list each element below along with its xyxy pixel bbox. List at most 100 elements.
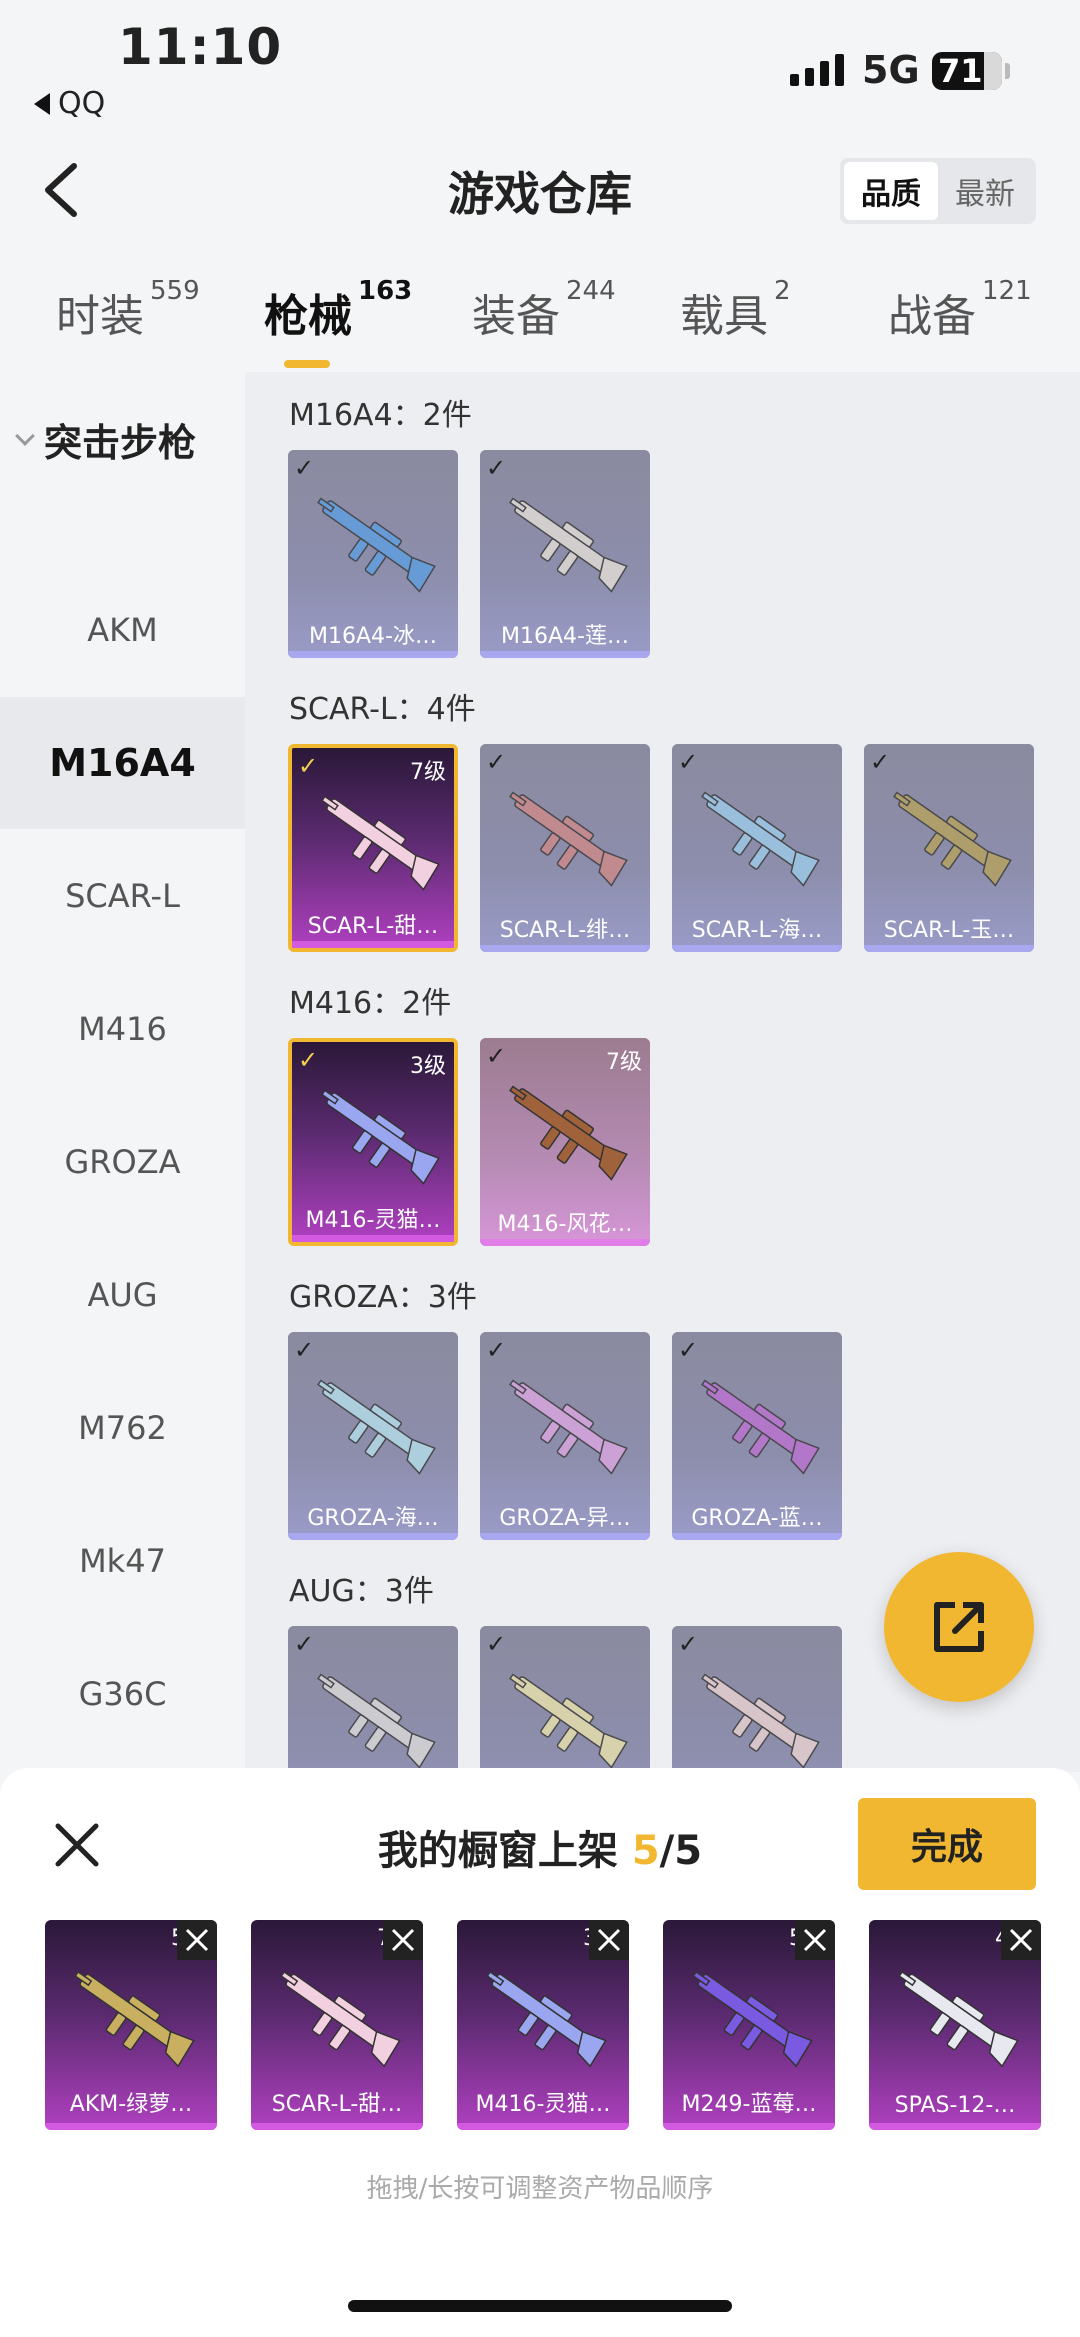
- sidebar-category-label: 突击步枪: [44, 421, 197, 465]
- weapon-card[interactable]: ✓ GROZA-海…: [288, 1332, 458, 1540]
- tab-supplies[interactable]: 战备 121: [888, 276, 1032, 344]
- level-badge: 3级: [410, 1054, 446, 1079]
- weapon-name: SCAR-L-甜…: [307, 914, 439, 939]
- weapon-name: GROZA-海…: [307, 1506, 439, 1531]
- weapon-card[interactable]: ✓ GROZA-异…: [480, 1332, 650, 1540]
- tab-fashion[interactable]: 时装 559: [56, 276, 200, 344]
- shelf-item[interactable]: 7SCAR-L-甜…: [251, 1920, 423, 2130]
- tab-label: 时装: [56, 291, 144, 342]
- checkmark-icon: ✓: [486, 1042, 507, 1070]
- weapon-name: SCAR-L-玉…: [883, 918, 1015, 943]
- sidebar-item-m16a4[interactable]: M16A4: [0, 697, 245, 829]
- gun-icon: [496, 1074, 634, 1184]
- weapon-name: M416-风花…: [497, 1212, 633, 1237]
- remove-icon[interactable]: [795, 1920, 835, 1960]
- tab-guns[interactable]: 枪械 163: [264, 276, 412, 368]
- gun-icon: [267, 1960, 407, 2070]
- reorder-hint: 拖拽/长按可调整资产物品顺序: [366, 2174, 714, 2204]
- checkmark-icon: ✓: [870, 748, 891, 776]
- tab-count: 121: [982, 276, 1032, 306]
- checkmark-icon: ✓: [486, 1336, 507, 1364]
- sidebar-item-m416[interactable]: M416: [0, 963, 245, 1095]
- weapon-name: M416-灵猫…: [305, 1208, 441, 1233]
- rarity-bar: [663, 2123, 835, 2130]
- sidebar-category[interactable]: 突击步枪: [15, 412, 197, 467]
- gun-icon: [308, 1078, 446, 1188]
- shelf-item[interactable]: 5AKM-绿萝…: [45, 1920, 217, 2130]
- weapon-name: SCAR-L-海…: [691, 918, 823, 943]
- weapon-name: M16A4-冰…: [309, 624, 437, 649]
- weapon-card[interactable]: ✓: [672, 1626, 842, 1772]
- weapon-card[interactable]: ✓ SCAR-L-海…: [672, 744, 842, 952]
- shelf-item[interactable]: 3M416-灵猫…: [457, 1920, 629, 2130]
- weapon-name: GROZA-蓝…: [691, 1506, 823, 1531]
- gun-icon: [473, 1960, 613, 2070]
- checkmark-icon: ✓: [294, 454, 315, 482]
- remove-icon[interactable]: [1001, 1920, 1041, 1960]
- weapon-card[interactable]: ✓ GROZA-蓝…: [672, 1332, 842, 1540]
- shelf-item[interactable]: 4SPAS-12-…: [869, 1920, 1041, 2130]
- tab-label: 战备: [888, 291, 976, 342]
- showcase-sheet: 我的橱窗上架 5/5 完成 5AKM-绿萝…7SCAR-L-甜…3M416-灵猫…: [0, 1768, 1080, 2337]
- sort-quality[interactable]: 品质: [844, 162, 938, 220]
- checkmark-icon: ✓: [678, 1630, 699, 1658]
- gun-icon: [308, 784, 446, 894]
- level-badge: 7级: [410, 760, 446, 785]
- sidebar-item-g36c[interactable]: G36C: [0, 1628, 245, 1760]
- sidebar-item-akm[interactable]: AKM: [0, 564, 245, 696]
- shelf-item-name: M249-蓝莓…: [681, 2092, 817, 2117]
- sort-toggle: 品质 最新: [840, 158, 1036, 224]
- battery-icon: 71: [932, 52, 1002, 90]
- weapon-card[interactable]: ✓ 7级 M416-风花…: [480, 1038, 650, 1246]
- rarity-bar: [292, 941, 454, 948]
- share-button[interactable]: [884, 1552, 1034, 1702]
- rarity-bar: [869, 2123, 1041, 2130]
- level-badge: 7级: [606, 1050, 642, 1075]
- weapon-card[interactable]: ✓ 3级 M416-灵猫…: [288, 1038, 458, 1246]
- weapon-card[interactable]: ✓ 7级 SCAR-L-甜…: [288, 744, 458, 952]
- weapon-card[interactable]: ✓ M16A4-冰…: [288, 450, 458, 658]
- sidebar-item-aug[interactable]: AUG: [0, 1229, 245, 1361]
- shelf-item-name: M416-灵猫…: [475, 2092, 611, 2117]
- gun-icon: [885, 1960, 1025, 2070]
- weapon-card[interactable]: ✓: [288, 1626, 458, 1772]
- weapon-card[interactable]: ✓ SCAR-L-玉…: [864, 744, 1034, 952]
- rarity-bar: [672, 1533, 842, 1540]
- tab-count: 559: [150, 276, 200, 306]
- weapon-card[interactable]: ✓: [480, 1626, 650, 1772]
- remove-icon[interactable]: [589, 1920, 629, 1960]
- sidebar-item-mk47[interactable]: Mk47: [0, 1495, 245, 1627]
- done-button[interactable]: 完成: [858, 1798, 1036, 1890]
- gun-icon: [61, 1960, 201, 2070]
- back-to-app[interactable]: QQ: [34, 86, 105, 121]
- weapon-card[interactable]: ✓ SCAR-L-绯…: [480, 744, 650, 952]
- sidebar-item-scar-l[interactable]: SCAR-L: [0, 830, 245, 962]
- group-title: SCAR-L：4件: [289, 692, 476, 727]
- checkmark-icon: ✓: [678, 748, 699, 776]
- tab-vehicles[interactable]: 载具 2: [680, 276, 791, 344]
- home-indicator[interactable]: [348, 2300, 732, 2312]
- rarity-bar: [480, 1239, 650, 1246]
- shelf-item-name: AKM-绿萝…: [69, 2092, 193, 2117]
- shelf-total-count: /5: [659, 1828, 703, 1874]
- chevron-down-icon: [15, 425, 35, 446]
- weapon-card[interactable]: ✓ M16A4-莲…: [480, 450, 650, 658]
- shelf-item[interactable]: 5M249-蓝莓…: [663, 1920, 835, 2130]
- rarity-bar: [864, 945, 1034, 952]
- tab-label: 装备: [472, 291, 560, 342]
- group-title: GROZA：3件: [289, 1280, 477, 1315]
- sidebar-item-groza[interactable]: GROZA: [0, 1096, 245, 1228]
- sort-newest[interactable]: 最新: [938, 162, 1032, 220]
- status-bar: 11:10 QQ 5G 71: [0, 0, 1080, 130]
- remove-icon[interactable]: [177, 1920, 217, 1960]
- sidebar-item-m762[interactable]: M762: [0, 1362, 245, 1494]
- tab-equipment[interactable]: 装备 244: [472, 276, 616, 344]
- battery-tip: [1005, 63, 1010, 79]
- tab-count: 244: [566, 276, 616, 306]
- shelf-current-count: 5: [631, 1828, 660, 1874]
- shelf-item-name: SCAR-L-甜…: [271, 2092, 403, 2117]
- rarity-bar: [672, 945, 842, 952]
- back-app-label: QQ: [58, 86, 106, 121]
- remove-icon[interactable]: [383, 1920, 423, 1960]
- checkmark-icon: ✓: [294, 1630, 315, 1658]
